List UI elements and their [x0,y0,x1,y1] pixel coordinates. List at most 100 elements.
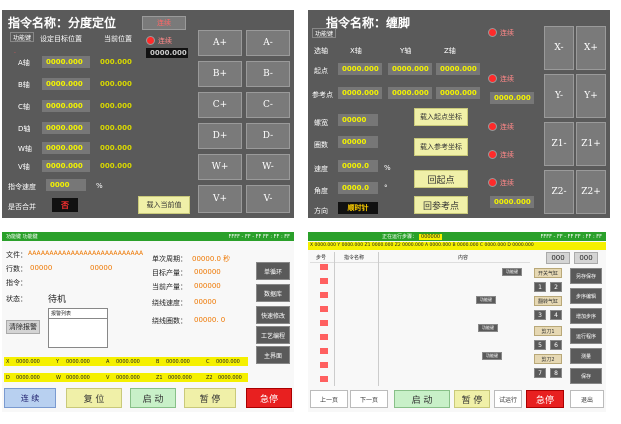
function-key[interactable]: 功能键 [478,324,498,332]
back-to-start-button[interactable]: 回起点 [414,170,468,188]
step-number[interactable] [320,264,328,270]
single-cycle-button[interactable]: 单循环 [256,262,290,280]
jog-button[interactable]: X+ [576,26,606,70]
continuous-lamp[interactable] [146,36,155,45]
jog-button[interactable]: V- [246,185,290,213]
start-button[interactable]: 启 动 [394,390,450,408]
continuous-button[interactable]: 连 续 [4,388,56,408]
mini-key[interactable]: 4 [550,310,562,320]
quick-edit-button[interactable]: 快速修改 [256,306,290,324]
jog-button[interactable]: V+ [198,185,242,213]
step-number[interactable] [320,278,328,284]
step-number[interactable] [320,334,328,340]
mini-key[interactable]: 3 [534,310,546,320]
jog-button[interactable]: Y+ [576,74,606,118]
exit-button[interactable]: 退出 [570,390,604,408]
function-key[interactable]: 功能键 [502,268,522,276]
mini-key[interactable]: 8 [550,368,562,378]
mini-key[interactable]: 7 [534,368,546,378]
save-as-button[interactable]: 另存保存 [570,268,602,284]
scissors-2-label[interactable]: 剪刀2 [534,354,562,364]
jog-button[interactable]: Y- [544,74,574,118]
emergency-stop-button[interactable]: 急停 [246,388,292,408]
open-cylinder-label[interactable]: 开关气缸 [534,268,562,278]
step-number[interactable] [320,292,328,298]
page-input-2[interactable]: 000 [574,252,598,264]
add-step-button[interactable]: 增加步序 [570,308,602,324]
clear-alarm-button[interactable]: 清除报警 [6,320,40,334]
target-input[interactable]: 0000.000 [42,56,90,68]
main-screen-button[interactable]: 主界面 [256,346,290,364]
jog-button[interactable]: Z2+ [576,170,606,214]
jog-button[interactable]: B- [246,61,290,87]
alarm-list-box[interactable]: 报警列表 [48,308,108,348]
start-x-input[interactable]: 0000.000 [338,63,382,75]
jog-button[interactable]: C- [246,92,290,118]
run-program-button[interactable]: 运行程序 [570,328,602,344]
header-function-keys[interactable]: 功能键 功能键 [6,233,38,240]
jog-value[interactable]: 0000.000 [490,196,534,208]
process-program-button[interactable]: 工艺编程 [256,326,290,344]
step-number[interactable] [320,348,328,354]
trial-run-button[interactable]: 试运行 [494,390,522,408]
jog-button[interactable]: Z1+ [576,122,606,166]
back-to-ref-button[interactable]: 回参考点 [414,196,468,214]
database-button[interactable]: 数据库 [256,284,290,302]
target-input[interactable]: 0000.000 [42,122,90,134]
measure-button[interactable]: 测量 [570,348,602,364]
target-input[interactable]: 0000.000 [42,100,90,112]
ref-z-input[interactable]: 0000.000 [436,87,480,99]
function-key[interactable]: 功能键 [482,352,502,360]
jog-button[interactable]: Z1- [544,122,574,166]
function-key[interactable]: 功能键 [476,296,496,304]
jog-button[interactable]: Z2- [544,170,574,214]
direction-toggle[interactable]: 顺时针 [338,202,378,214]
mini-key[interactable]: 6 [550,340,562,350]
step-number[interactable] [320,320,328,326]
load-start-coord-button[interactable]: 载入起点坐标 [414,108,468,126]
speed-input[interactable]: 0000 [46,179,86,191]
load-current-button[interactable]: 载入当前值 [138,196,190,214]
jog-button[interactable]: W- [246,154,290,180]
flip-cylinder-label[interactable]: 翻转气缸 [534,296,562,306]
scissors-1-label[interactable]: 剪刀1 [534,326,562,336]
mini-key[interactable]: 5 [534,340,546,350]
speed-input[interactable]: 0000.0 [338,160,378,172]
continuous-tag[interactable]: 连续 [142,16,186,30]
continuous-lamp[interactable] [488,178,497,187]
jog-button[interactable]: W+ [198,154,242,180]
continuous-lamp[interactable] [488,74,497,83]
ref-x-input[interactable]: 0000.000 [338,87,382,99]
function-key-button[interactable]: 功能键 [10,32,34,42]
prev-page-button[interactable]: 上一页 [310,390,348,408]
start-button[interactable]: 启 动 [130,388,176,408]
jog-value[interactable]: 0000.000 [490,92,534,104]
merge-toggle[interactable]: 否 [52,198,78,212]
step-edit-button[interactable]: 步序编辑 [570,288,602,304]
step-number[interactable] [320,306,328,312]
page-input-1[interactable]: 000 [546,252,570,264]
next-page-button[interactable]: 下一页 [350,390,388,408]
function-key-button[interactable]: 功能键 [312,28,336,38]
jog-button[interactable]: C+ [198,92,242,118]
jog-button[interactable]: A- [246,30,290,56]
continuous-lamp[interactable] [488,150,497,159]
ref-y-input[interactable]: 0000.000 [388,87,432,99]
mini-key[interactable]: 2 [550,282,562,292]
save-button[interactable]: 保存 [570,368,602,384]
jog-button[interactable]: A+ [198,30,242,56]
continuous-value[interactable]: 0000.000 [146,48,188,58]
pitch-input[interactable]: 00000 [338,114,378,126]
pause-button[interactable]: 暂 停 [454,390,490,408]
continuous-lamp[interactable] [488,122,497,131]
step-number[interactable] [320,362,328,368]
turns-input[interactable]: 00000 [338,136,378,148]
jog-button[interactable]: D+ [198,123,242,149]
jog-button[interactable]: B+ [198,61,242,87]
target-input[interactable]: 0000.000 [42,142,90,154]
start-z-input[interactable]: 0000.000 [436,63,480,75]
reset-button[interactable]: 复 位 [66,388,122,408]
angle-input[interactable]: 0000.0 [338,182,378,194]
emergency-stop-button[interactable]: 急停 [526,390,564,408]
target-input[interactable]: 0000.000 [42,78,90,90]
